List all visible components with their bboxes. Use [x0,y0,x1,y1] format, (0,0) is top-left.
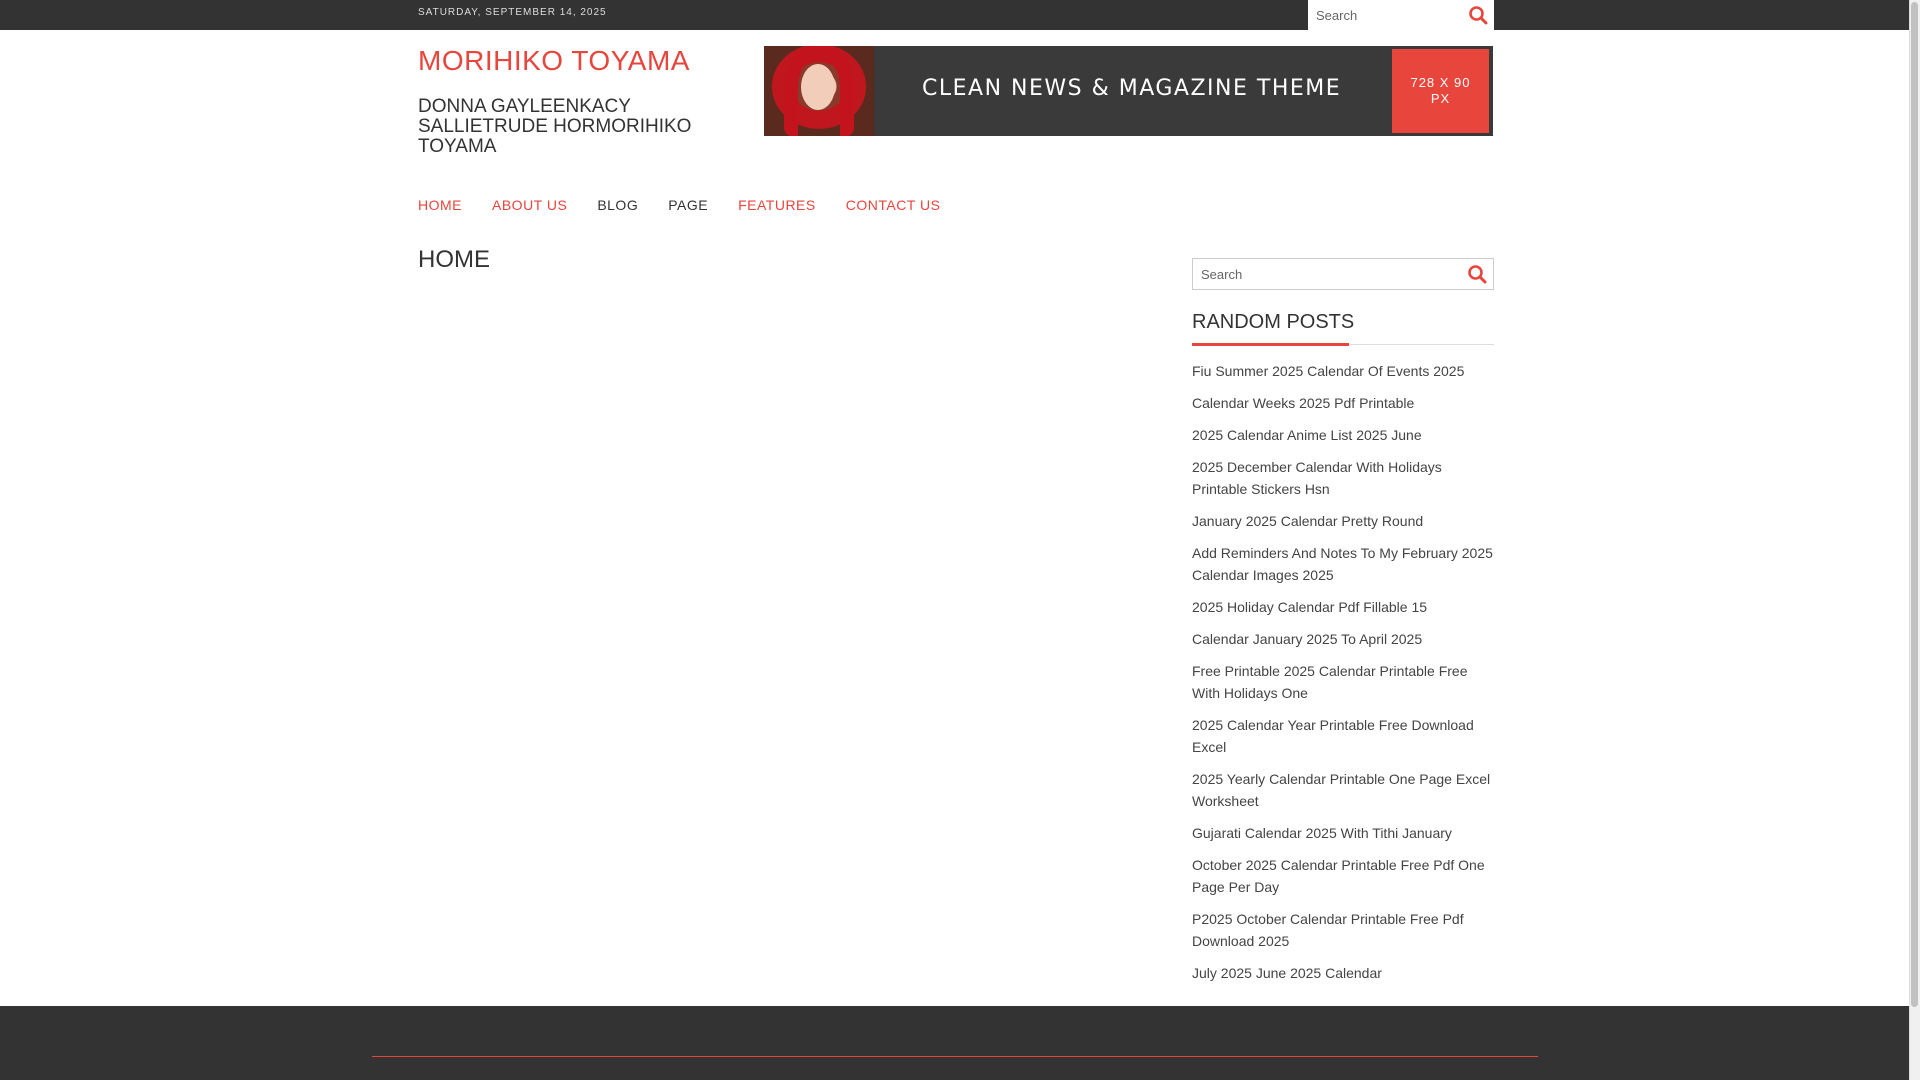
random-posts-list: Fiu Summer 2025 Calendar Of Events 2025 … [1192,360,1497,994]
post-link[interactable]: Calendar January 2025 To April 2025 [1192,631,1422,647]
post-link[interactable]: 2025 Yearly Calendar Printable One Page … [1192,771,1490,809]
post-link[interactable]: 2025 Holiday Calendar Pdf Fillable 15 [1192,599,1427,615]
banner-size-label: 728 X 90 PX [1410,75,1471,106]
footer-divider [372,1056,1538,1057]
list-item: P2025 October Calendar Printable Free Pd… [1192,908,1497,952]
sidebar-search-input[interactable] [1193,259,1453,289]
post-link[interactable]: Calendar Weeks 2025 Pdf Printable [1192,395,1414,411]
nav-blog[interactable]: BLOG [597,197,638,213]
list-item: 2025 December Calendar With Holidays Pri… [1192,456,1497,500]
footer [0,1006,1909,1080]
list-item: October 2025 Calendar Printable Free Pdf… [1192,854,1497,898]
post-link[interactable]: Free Printable 2025 Calendar Printable F… [1192,663,1468,701]
list-item: Free Printable 2025 Calendar Printable F… [1192,660,1497,704]
site-title[interactable]: MORIHIKO TOYAMA [418,45,690,77]
post-link[interactable]: Gujarati Calendar 2025 With Tithi Januar… [1192,825,1452,841]
scrollbar-thumb[interactable] [1911,2,1918,1007]
list-item: 2025 Yearly Calendar Printable One Page … [1192,768,1497,812]
scrollbar[interactable] [1909,0,1920,1080]
site-description: DONNA GAYLEENKACY SALLIETRUDE HORMORIHIK… [418,96,692,157]
list-item: 2025 Holiday Calendar Pdf Fillable 15 [1192,596,1497,618]
post-link[interactable]: P2025 October Calendar Printable Free Pd… [1192,911,1464,949]
top-search-input[interactable] [1308,0,1458,30]
page-heading: HOME [418,246,490,273]
banner-photo [764,46,874,136]
post-link[interactable]: October 2025 Calendar Printable Free Pdf… [1192,857,1485,895]
list-item: January 2025 Calendar Pretty Round [1192,510,1497,532]
post-link[interactable]: 2025 Calendar Anime List 2025 June [1192,427,1422,443]
top-bar: SATURDAY, SEPTEMBER 14, 2025 [0,0,1909,30]
nav-features[interactable]: FEATURES [738,197,816,213]
list-item: 2025 Calendar Year Printable Free Downlo… [1192,714,1497,758]
post-link[interactable]: Add Reminders And Notes To My February 2… [1192,545,1493,583]
list-item: Add Reminders And Notes To My February 2… [1192,542,1497,586]
search-icon[interactable] [1468,5,1488,25]
list-item: Calendar Weeks 2025 Pdf Printable [1192,392,1497,414]
post-link[interactable]: July 2025 June 2025 Calendar [1192,965,1382,981]
top-search-box [1308,0,1494,30]
post-link[interactable]: Fiu Summer 2025 Calendar Of Events 2025 [1192,363,1464,379]
list-item: 2025 Calendar Anime List 2025 June [1192,424,1497,446]
post-link[interactable]: 2025 Calendar Year Printable Free Downlo… [1192,717,1474,755]
post-link[interactable]: 2025 December Calendar With Holidays Pri… [1192,459,1442,497]
widget-divider-accent [1192,343,1349,346]
banner-tagline: CLEAN NEWS & MAGAZINE THEME [922,76,1342,101]
main-nav: HOME ABOUT US BLOG PAGE FEATURES CONTACT… [418,197,970,213]
list-item: Gujarati Calendar 2025 With Tithi Januar… [1192,822,1497,844]
sidebar-search-box [1192,258,1494,290]
list-item: July 2025 June 2025 Calendar [1192,962,1497,984]
list-item: Fiu Summer 2025 Calendar Of Events 2025 [1192,360,1497,382]
nav-contact-us[interactable]: CONTACT US [846,197,941,213]
nav-about-us[interactable]: ABOUT US [492,197,567,213]
banner-ad[interactable]: CLEAN NEWS & MAGAZINE THEME 728 X 90 PX [764,46,1493,136]
banner-face-shape [801,64,835,110]
page: SATURDAY, SEPTEMBER 14, 2025 MORIHIKO TO… [0,0,1909,1080]
post-link[interactable]: January 2025 Calendar Pretty Round [1192,513,1423,529]
search-icon[interactable] [1467,264,1487,284]
current-date: SATURDAY, SEPTEMBER 14, 2025 [418,7,607,18]
list-item: Calendar January 2025 To April 2025 [1192,628,1497,650]
nav-home[interactable]: HOME [418,197,462,213]
banner-size-badge: 728 X 90 PX [1392,49,1489,133]
nav-page[interactable]: PAGE [668,197,708,213]
random-posts-title: RANDOM POSTS [1192,311,1355,333]
